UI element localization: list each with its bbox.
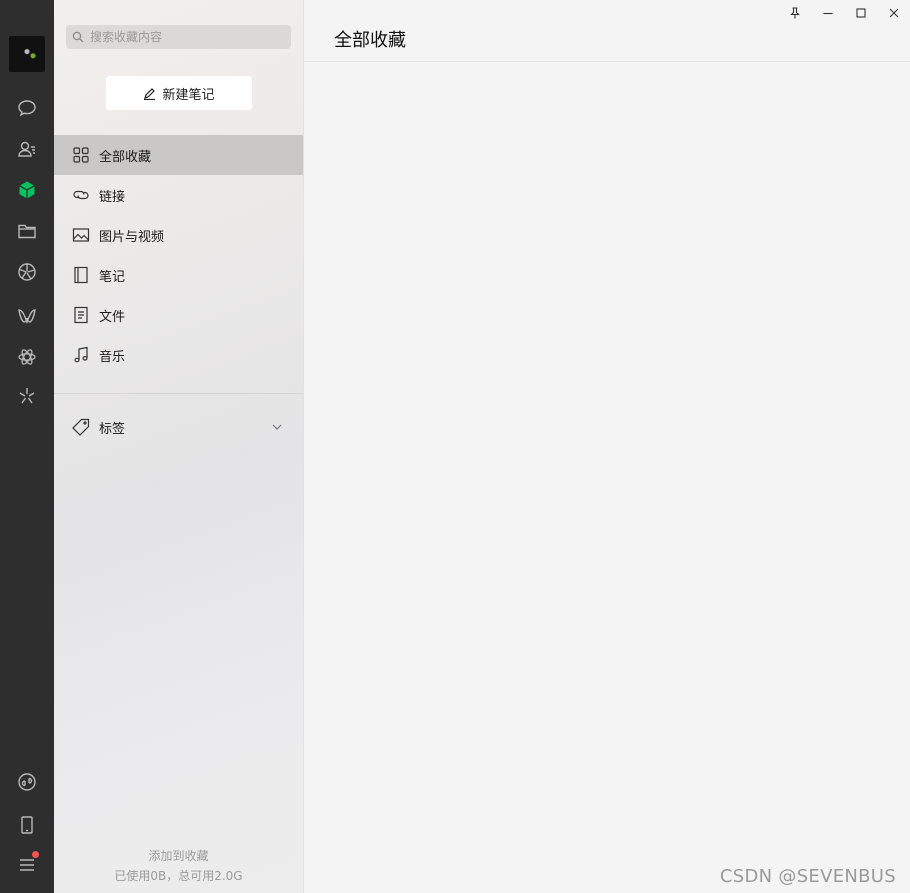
favorites-panel: 新建笔记 全部收藏 链接 图片与视频 笔记 文件 音乐 标签	[54, 0, 303, 893]
minimize-icon[interactable]	[820, 5, 836, 21]
add-to-favorites-link[interactable]: 添加到收藏	[54, 847, 303, 864]
folder-icon[interactable]	[15, 219, 39, 243]
nav-item-all[interactable]: 全部收藏	[54, 135, 303, 175]
divider	[54, 393, 303, 394]
tag-icon	[72, 418, 90, 436]
new-note-label: 新建笔记	[162, 87, 215, 103]
tags-label: 标签	[99, 421, 126, 437]
search-input[interactable]	[90, 30, 280, 44]
pencil-icon	[144, 87, 156, 100]
menu-icon[interactable]	[15, 851, 39, 877]
chevron-down-icon[interactable]	[271, 421, 283, 433]
new-note-button[interactable]: 新建笔记	[106, 76, 252, 110]
file-icon	[74, 306, 88, 324]
nav-item-files[interactable]: 文件	[54, 295, 303, 335]
nav-item-notes[interactable]: 笔记	[54, 255, 303, 295]
category-nav: 全部收藏 链接 图片与视频 笔记 文件 音乐	[54, 135, 303, 375]
grid-icon	[73, 147, 89, 163]
moments-icon[interactable]	[15, 260, 39, 284]
nav-item-label: 笔记	[99, 269, 126, 285]
tags-section[interactable]: 标签	[54, 407, 303, 447]
maximize-icon[interactable]	[853, 5, 869, 21]
content-area: 全部收藏 CSDN @SEVENBUS	[303, 0, 910, 893]
nav-item-links[interactable]: 链接	[54, 175, 303, 215]
link-icon	[73, 190, 89, 200]
page-title: 全部收藏	[334, 30, 406, 51]
sidebar-rail	[0, 0, 54, 893]
title-divider	[304, 61, 910, 62]
mini-programs-icon[interactable]	[15, 345, 39, 369]
search-icon	[72, 31, 84, 43]
note-icon	[74, 266, 88, 284]
channels-icon[interactable]	[15, 304, 39, 328]
contacts-icon[interactable]	[15, 137, 39, 161]
avatar-image	[19, 46, 39, 60]
music-icon	[74, 346, 88, 363]
phone-icon[interactable]	[15, 813, 39, 837]
nav-item-label: 文件	[99, 309, 126, 325]
image-icon	[72, 228, 90, 242]
nav-item-label: 链接	[99, 189, 126, 205]
favorites-icon[interactable]	[15, 178, 39, 202]
notification-badge	[32, 851, 39, 858]
nav-item-label: 图片与视频	[99, 229, 165, 245]
nav-item-media[interactable]: 图片与视频	[54, 215, 303, 255]
nav-item-music[interactable]: 音乐	[54, 335, 303, 375]
search-discover-icon[interactable]	[15, 384, 39, 408]
close-icon[interactable]	[886, 5, 902, 21]
nav-item-label: 音乐	[99, 349, 126, 365]
pin-icon[interactable]	[787, 5, 803, 21]
chat-icon[interactable]	[15, 96, 39, 120]
avatar[interactable]	[9, 36, 45, 72]
storage-usage: 已使用0B，总可用2.0G	[114, 869, 243, 883]
nav-item-label: 全部收藏	[99, 149, 152, 165]
watermark: CSDN @SEVENBUS	[719, 866, 896, 887]
search-box[interactable]	[66, 25, 291, 49]
mini-program-links-icon[interactable]	[15, 770, 39, 794]
